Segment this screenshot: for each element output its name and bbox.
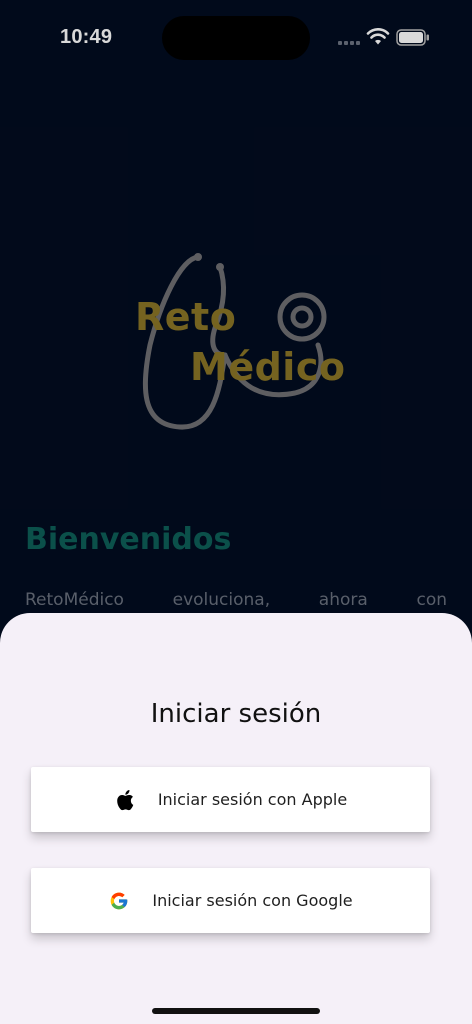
login-bottom-sheet: Iniciar sesión Iniciar sesión con Apple … [0,613,472,1024]
apple-login-label: Iniciar sesión con Apple [157,790,348,809]
apple-icon [114,789,136,811]
sheet-title: Iniciar sesión [150,699,322,729]
screen: 10:49 Reto Médico Bienvenidos RetoMédico… [0,0,472,1024]
google-login-label: Iniciar sesión con Google [152,891,353,910]
google-login-button[interactable]: Iniciar sesión con Google [31,868,430,933]
home-indicator[interactable] [152,1008,320,1014]
apple-login-button[interactable]: Iniciar sesión con Apple [31,767,430,832]
google-icon [108,890,130,912]
